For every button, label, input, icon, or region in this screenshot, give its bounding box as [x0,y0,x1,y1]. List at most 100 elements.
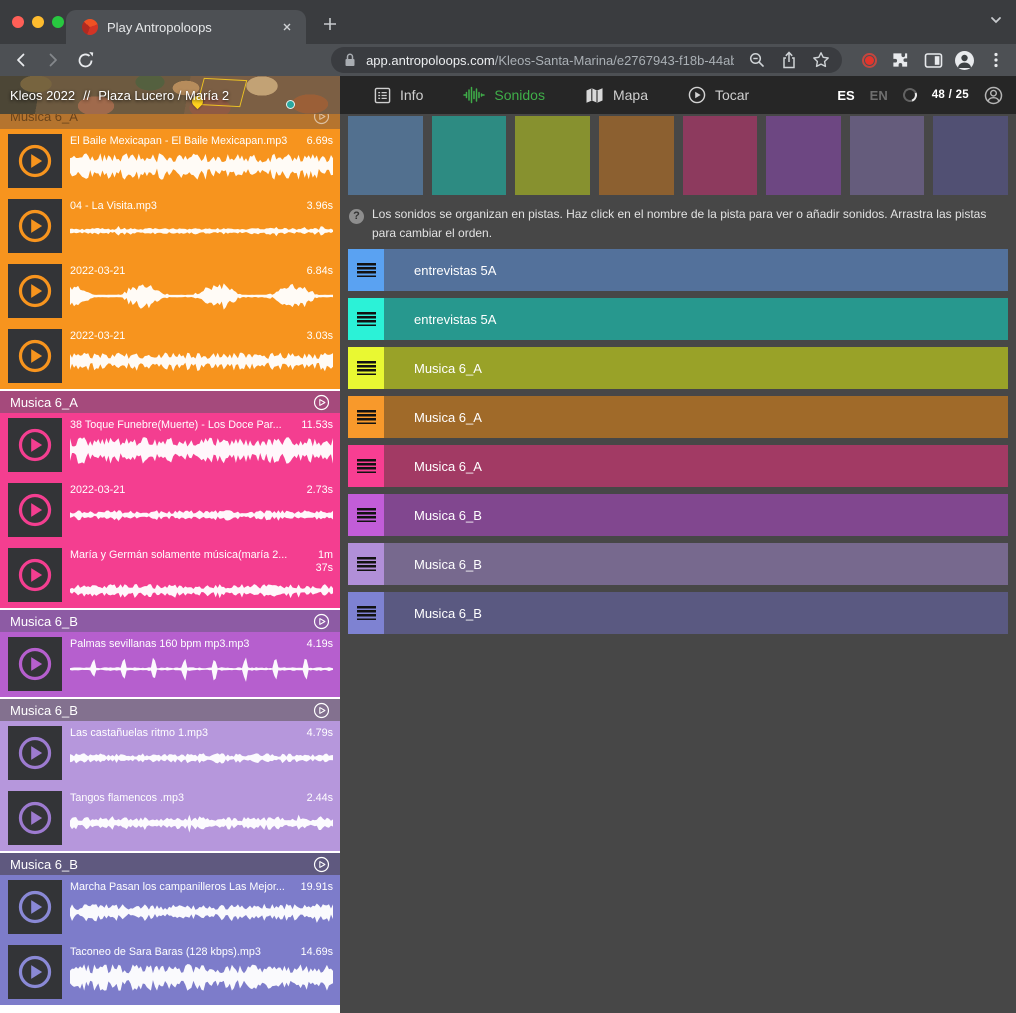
track-row[interactable]: Musica 6_A [348,396,1008,438]
track-name[interactable]: Musica 6_B [414,508,482,523]
track-name[interactable]: Musica 6_B [414,606,482,621]
drag-handle[interactable] [348,592,384,634]
play-all-icon[interactable] [313,114,330,125]
drag-handle[interactable] [348,298,384,340]
nav-tab-info[interactable]: Info [374,87,423,104]
track-group-header[interactable]: Musica 6_B [0,699,340,721]
play-all-icon[interactable] [313,394,330,411]
track-color-swatch[interactable] [850,116,925,195]
track-color-swatch[interactable] [432,116,507,195]
lock-icon[interactable] [343,52,357,68]
clip-play-button[interactable] [8,483,62,537]
track-color-swatch[interactable] [766,116,841,195]
track-group-header[interactable]: Musica 6_B [0,853,340,875]
browser-menu-icon[interactable] [986,49,1006,71]
waveform[interactable] [70,435,333,465]
audio-clip[interactable]: 2022-03-21 3.03s [0,324,340,389]
language-es-button[interactable]: ES [837,88,854,103]
audio-clip[interactable]: Tangos flamencos .mp3 2.44s [0,786,340,851]
language-en-button[interactable]: EN [870,88,888,103]
waveform[interactable] [70,654,333,684]
clip-play-button[interactable] [8,637,62,691]
clip-play-button[interactable] [8,548,62,602]
tab-search-chevron-icon[interactable] [988,12,1004,28]
clip-play-button[interactable] [8,726,62,780]
track-name[interactable]: entrevistas 5A [414,312,496,327]
clip-play-button[interactable] [8,329,62,383]
waveform[interactable] [70,346,333,376]
maximize-window-button[interactable] [52,16,64,28]
track-name[interactable]: Musica 6_A [414,459,482,474]
macos-window-controls[interactable] [12,16,64,28]
recording-indicator-icon[interactable] [860,49,880,71]
track-group-header[interactable]: Musica 6_A [0,391,340,413]
track-color-swatch[interactable] [933,116,1008,195]
clip-play-button[interactable] [8,791,62,845]
drag-handle[interactable] [348,445,384,487]
play-all-icon[interactable] [313,702,330,719]
waveform[interactable] [70,808,333,838]
track-group-header[interactable]: Musica 6_B [0,610,340,632]
waveform[interactable] [70,500,333,530]
profile-avatar[interactable] [955,49,975,71]
clip-play-button[interactable] [8,945,62,999]
track-row[interactable]: Musica 6_A [348,445,1008,487]
audio-clip[interactable]: Marcha Pasan los campanilleros Las Mejor… [0,875,340,940]
audio-clip[interactable]: Taconeo de Sara Baras (128 kbps).mp3 14.… [0,940,340,1005]
bookmark-star-icon[interactable] [812,50,830,70]
track-row[interactable]: Musica 6_B [348,592,1008,634]
clip-play-button[interactable] [8,264,62,318]
tab-close-icon[interactable] [278,18,296,36]
zoom-indicator-icon[interactable] [748,50,766,70]
clip-play-button[interactable] [8,199,62,253]
track-color-swatch[interactable] [515,116,590,195]
extensions-puzzle-icon[interactable] [892,49,912,71]
waveform[interactable] [70,216,333,246]
forward-button[interactable] [42,48,63,72]
audio-clip[interactable]: 2022-03-21 2.73s [0,478,340,543]
track-name[interactable]: Musica 6_A [414,410,482,425]
play-all-icon[interactable] [313,613,330,630]
track-row[interactable]: Musica 6_B [348,543,1008,585]
nav-tab-sonidos[interactable]: Sonidos [463,86,545,104]
audio-clip[interactable]: El Baile Mexicapan - El Baile Mexicapan.… [0,129,340,194]
reload-button[interactable] [75,48,96,72]
track-name[interactable]: entrevistas 5A [414,263,496,278]
clip-play-button[interactable] [8,134,62,188]
track-name[interactable]: Musica 6_B [414,557,482,572]
track-name[interactable]: Musica 6_A [414,361,482,376]
minimize-window-button[interactable] [32,16,44,28]
audio-clip[interactable]: 04 - La Visita.mp3 3.96s [0,194,340,259]
clip-play-button[interactable] [8,880,62,934]
account-icon[interactable] [984,86,1003,105]
waveform[interactable] [70,579,333,602]
track-color-swatch[interactable] [348,116,423,195]
audio-clip[interactable]: 2022-03-21 6.84s [0,259,340,324]
track-color-swatch[interactable] [599,116,674,195]
close-window-button[interactable] [12,16,24,28]
track-row[interactable]: Musica 6_A [348,347,1008,389]
track-row[interactable]: entrevistas 5A [348,298,1008,340]
new-tab-button[interactable] [318,12,342,36]
back-button[interactable] [10,48,31,72]
audio-clip[interactable]: María y Germán solamente música(maría 2.… [0,543,340,608]
audio-clip[interactable]: Las castañuelas ritmo 1.mp3 4.79s [0,721,340,786]
side-panel-icon[interactable] [923,49,943,71]
waveform[interactable] [70,151,333,181]
breadcrumb-project[interactable]: Kleos 2022 [10,88,75,103]
audio-clip[interactable]: 38 Toque Funebre(Muerte) - Los Doce Par.… [0,413,340,478]
waveform[interactable] [70,962,333,992]
address-bar[interactable]: app.antropoloops.com/Kleos-Santa-Marina/… [331,47,842,73]
share-icon[interactable] [780,50,798,70]
waveform[interactable] [70,743,333,773]
waveform[interactable] [70,281,333,311]
clip-play-button[interactable] [8,418,62,472]
drag-handle[interactable] [348,347,384,389]
drag-handle[interactable] [348,494,384,536]
track-row[interactable]: Musica 6_B [348,494,1008,536]
nav-tab-mapa[interactable]: Mapa [585,87,648,104]
audio-clip[interactable]: Palmas sevillanas 160 bpm mp3.mp3 4.19s [0,632,340,697]
drag-handle[interactable] [348,543,384,585]
track-row[interactable]: entrevistas 5A [348,249,1008,291]
nav-tab-tocar[interactable]: Tocar [688,86,749,104]
